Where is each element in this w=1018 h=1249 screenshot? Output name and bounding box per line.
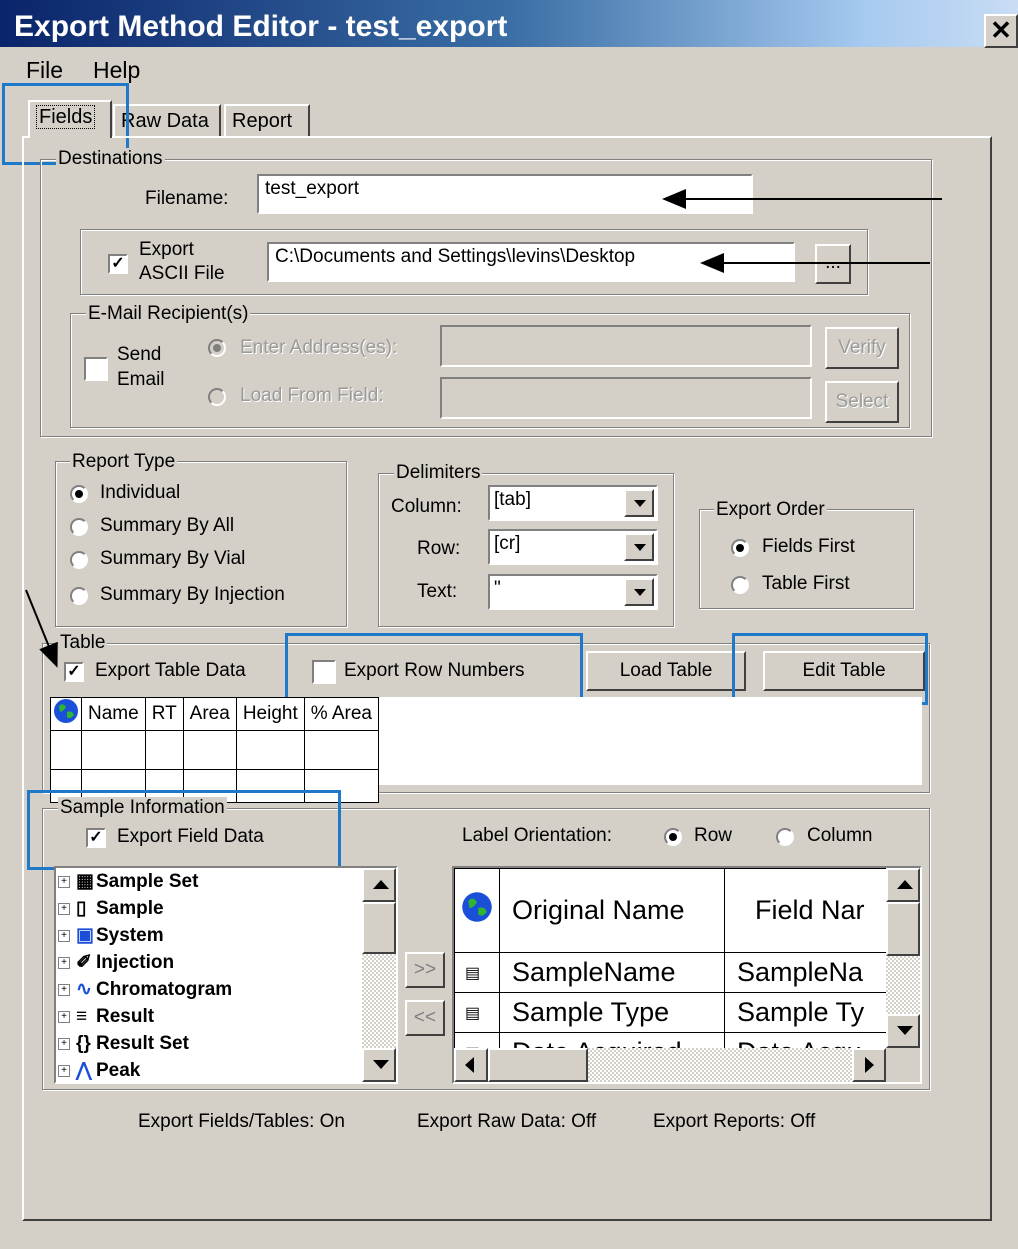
arrow-export-table bbox=[25, 589, 58, 668]
annotation-arrows bbox=[25, 189, 942, 668]
tab-fields-label: Fields bbox=[36, 105, 96, 129]
tab-fields[interactable]: Fields bbox=[28, 100, 112, 138]
